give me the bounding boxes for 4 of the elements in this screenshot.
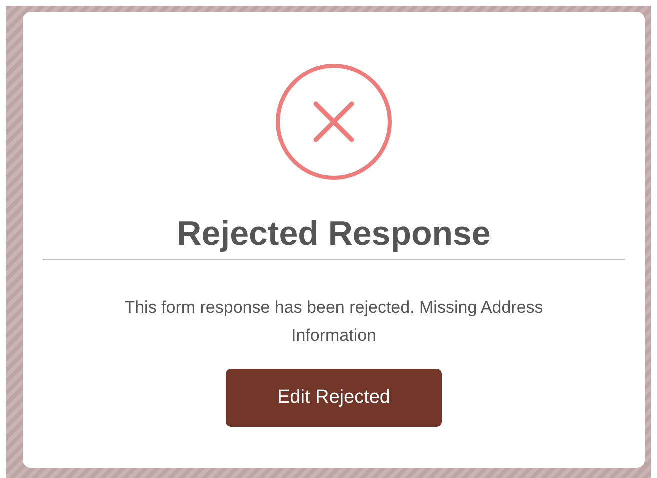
dialog-title: Rejected Response [177, 214, 491, 254]
close-circle-icon [275, 63, 393, 181]
dialog-message: This form response has been rejected. Missing Address Information [124, 297, 544, 347]
edit-rejected-button[interactable]: Edit Rejected [226, 369, 442, 427]
